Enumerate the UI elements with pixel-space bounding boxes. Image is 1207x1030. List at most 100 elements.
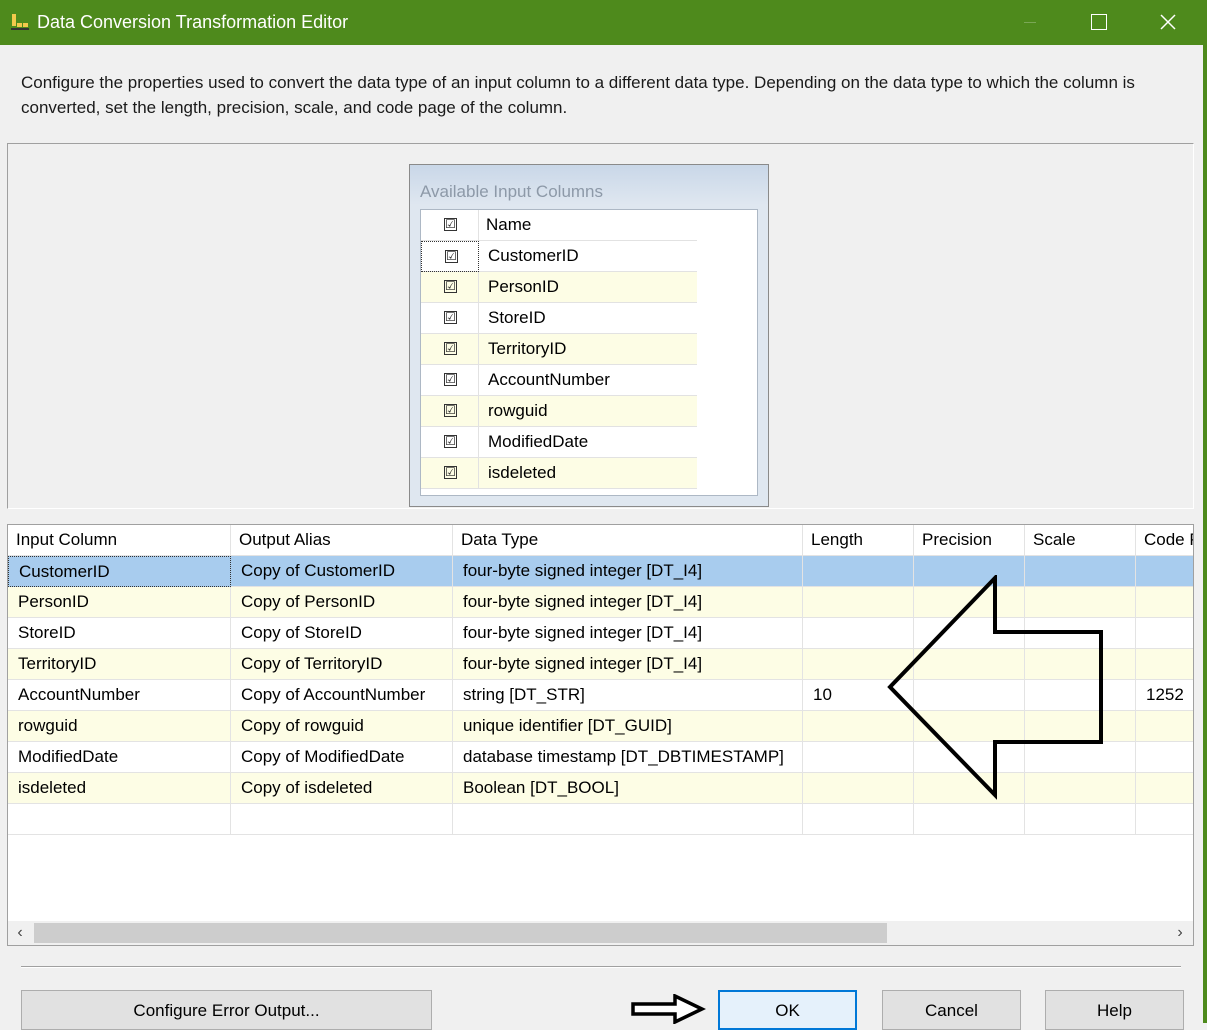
- length-cell[interactable]: [803, 804, 914, 835]
- close-icon: [1160, 14, 1176, 30]
- list-item[interactable]: ☑ CustomerID: [421, 241, 697, 272]
- input-column-cell[interactable]: rowguid: [8, 711, 231, 742]
- help-button[interactable]: Help: [1045, 990, 1184, 1030]
- column-name: isdeleted: [488, 463, 557, 482]
- column-name: ModifiedDate: [488, 432, 589, 451]
- grid-header-code-page[interactable]: Code P: [1136, 525, 1193, 556]
- column-checkbox[interactable]: ☑: [421, 365, 479, 396]
- code-page-cell[interactable]: [1136, 711, 1193, 742]
- minimize-button[interactable]: [995, 0, 1063, 45]
- code-page-cell[interactable]: [1136, 556, 1193, 587]
- input-column-cell[interactable]: PersonID: [8, 587, 231, 618]
- scale-cell[interactable]: [1025, 804, 1136, 835]
- scroll-left-icon[interactable]: ‹: [8, 921, 32, 945]
- new-row[interactable]: [8, 804, 1193, 835]
- select-all-checkbox[interactable]: ☑: [421, 210, 479, 241]
- available-input-columns-box: Available Input Columns ☑ Name ☑ Custome…: [409, 164, 769, 507]
- list-item[interactable]: ☑ ModifiedDate: [421, 427, 697, 458]
- data-type-cell[interactable]: database timestamp [DT_DBTIMESTAMP]: [453, 742, 803, 773]
- output-alias-cell[interactable]: Copy of isdeleted: [231, 773, 453, 804]
- annotation-arrow-icon: [887, 575, 1103, 800]
- column-checkbox[interactable]: ☑: [421, 334, 479, 365]
- data-type-cell[interactable]: string [DT_STR]: [453, 680, 803, 711]
- grid-header-precision[interactable]: Precision: [914, 525, 1025, 556]
- output-alias-cell[interactable]: Copy of rowguid: [231, 711, 453, 742]
- configure-error-output-button[interactable]: Configure Error Output...: [21, 990, 432, 1030]
- grid-header-scale[interactable]: Scale: [1025, 525, 1136, 556]
- data-type-cell[interactable]: Boolean [DT_BOOL]: [453, 773, 803, 804]
- checkbox-icon: ☑: [445, 249, 458, 263]
- input-column-cell[interactable]: isdeleted: [8, 773, 231, 804]
- scrollbar-thumb[interactable]: [34, 923, 887, 943]
- output-alias-cell[interactable]: Copy of StoreID: [231, 618, 453, 649]
- data-type-cell[interactable]: four-byte signed integer [DT_I4]: [453, 649, 803, 680]
- list-item[interactable]: ☑ PersonID: [421, 272, 697, 303]
- column-list-header: ☑ Name: [421, 210, 697, 241]
- available-input-columns-list: ☑ Name ☑ CustomerID ☑ PersonID ☑ StoreID…: [420, 209, 758, 496]
- code-page-cell[interactable]: [1136, 649, 1193, 680]
- output-alias-cell[interactable]: Copy of TerritoryID: [231, 649, 453, 680]
- input-column-cell[interactable]: AccountNumber: [8, 680, 231, 711]
- column-list-header-label: Name: [486, 215, 532, 234]
- column-name: TerritoryID: [488, 339, 567, 358]
- divider: [21, 966, 1181, 968]
- list-item[interactable]: ☑ TerritoryID: [421, 334, 697, 365]
- code-page-cell[interactable]: [1136, 618, 1193, 649]
- checkbox-icon: ☑: [444, 217, 457, 231]
- horizontal-scrollbar[interactable]: ‹ ›: [8, 921, 1193, 945]
- list-item[interactable]: ☑ rowguid: [421, 396, 697, 427]
- input-column-cell[interactable]: [8, 804, 231, 835]
- checkbox-icon: ☑: [444, 434, 457, 448]
- code-page-cell[interactable]: [1136, 773, 1193, 804]
- column-checkbox[interactable]: ☑: [421, 303, 479, 334]
- output-alias-cell[interactable]: Copy of AccountNumber: [231, 680, 453, 711]
- data-type-cell[interactable]: unique identifier [DT_GUID]: [453, 711, 803, 742]
- input-column-cell[interactable]: CustomerID: [8, 556, 231, 587]
- list-item[interactable]: ☑ AccountNumber: [421, 365, 697, 396]
- code-page-cell[interactable]: [1136, 742, 1193, 773]
- column-checkbox[interactable]: ☑: [421, 427, 479, 458]
- input-column-cell[interactable]: TerritoryID: [8, 649, 231, 680]
- checkbox-icon: ☑: [444, 279, 457, 293]
- column-checkbox[interactable]: ☑: [421, 241, 479, 272]
- input-column-cell[interactable]: StoreID: [8, 618, 231, 649]
- list-item[interactable]: ☑ isdeleted: [421, 458, 697, 489]
- window-title: Data Conversion Transformation Editor: [37, 12, 349, 32]
- column-checkbox[interactable]: ☑: [421, 458, 479, 489]
- available-input-columns-title: Available Input Columns: [420, 182, 604, 201]
- close-button[interactable]: [1133, 0, 1201, 45]
- cancel-button[interactable]: Cancel: [882, 990, 1021, 1030]
- code-page-cell[interactable]: [1136, 804, 1193, 835]
- output-alias-cell[interactable]: Copy of CustomerID: [231, 556, 453, 587]
- data-type-cell[interactable]: four-byte signed integer [DT_I4]: [453, 556, 803, 587]
- grid-header-data-type[interactable]: Data Type: [453, 525, 803, 556]
- code-page-cell[interactable]: 1252: [1136, 680, 1193, 711]
- checkbox-icon: ☑: [444, 372, 457, 386]
- data-type-cell[interactable]: four-byte signed integer [DT_I4]: [453, 618, 803, 649]
- column-checkbox[interactable]: ☑: [421, 272, 479, 303]
- output-alias-cell[interactable]: Copy of PersonID: [231, 587, 453, 618]
- precision-cell[interactable]: [914, 804, 1025, 835]
- scroll-right-icon[interactable]: ›: [1168, 921, 1192, 945]
- window-border: [1203, 45, 1207, 1023]
- column-checkbox[interactable]: ☑: [421, 396, 479, 427]
- code-page-cell[interactable]: [1136, 587, 1193, 618]
- grid-header-output-alias[interactable]: Output Alias: [231, 525, 453, 556]
- ok-button[interactable]: OK: [718, 990, 857, 1030]
- output-alias-cell[interactable]: [231, 804, 453, 835]
- column-name: rowguid: [488, 401, 548, 420]
- checkbox-icon: ☑: [444, 465, 457, 479]
- input-column-cell[interactable]: ModifiedDate: [8, 742, 231, 773]
- maximize-button[interactable]: [1064, 0, 1132, 45]
- data-type-cell[interactable]: four-byte signed integer [DT_I4]: [453, 587, 803, 618]
- column-name: CustomerID: [488, 246, 579, 265]
- grid-header-length[interactable]: Length: [803, 525, 914, 556]
- output-alias-cell[interactable]: Copy of ModifiedDate: [231, 742, 453, 773]
- checkbox-icon: ☑: [444, 310, 457, 324]
- annotation-pointer-arrow-icon: [631, 994, 706, 1024]
- data-type-cell[interactable]: [453, 804, 803, 835]
- checkbox-icon: ☑: [444, 341, 457, 355]
- list-item[interactable]: ☑ StoreID: [421, 303, 697, 334]
- grid-header-input-column[interactable]: Input Column: [8, 525, 231, 556]
- app-icon: [11, 14, 29, 30]
